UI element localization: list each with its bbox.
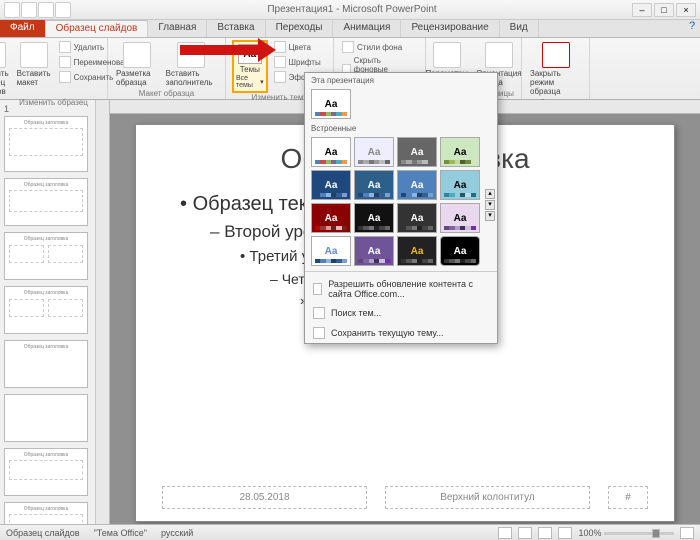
theme-colors-button[interactable]: Цвета	[272, 40, 327, 54]
theme-item[interactable]: Aa	[397, 170, 437, 200]
ribbon-tabs: Файл Образец слайдов Главная Вставка Пер…	[0, 20, 700, 38]
title-bar: Презентация1 - Microsoft PowerPoint – □ …	[0, 0, 700, 20]
theme-item[interactable]: Aa	[397, 137, 437, 167]
theme-item[interactable]: Aa	[440, 203, 480, 233]
slide-number-placeholder[interactable]: #	[608, 486, 648, 509]
layout-thumbnail[interactable]: Образец заголовка	[4, 448, 88, 496]
gallery-section-this-presentation: Эта презентация	[305, 73, 497, 87]
theme-item[interactable]: Aa	[354, 137, 394, 167]
theme-item[interactable]: Aa	[311, 236, 351, 266]
insert-layout-button[interactable]: Вставить макет	[15, 40, 53, 89]
theme-item[interactable]: Aa	[354, 203, 394, 233]
master-layout-label: Разметка образца	[116, 69, 158, 87]
tab-animation[interactable]: Анимация	[333, 20, 401, 37]
theme-item[interactable]: Aa	[311, 170, 351, 200]
gallery-section-builtin: Встроенные	[305, 121, 497, 135]
close-button[interactable]: ×	[676, 3, 696, 17]
app-icon[interactable]	[4, 2, 20, 18]
qa-redo-icon[interactable]	[55, 2, 71, 18]
view-slideshow-button[interactable]	[558, 527, 572, 539]
layout-thumbnail[interactable]: Образец заголовка	[4, 340, 88, 388]
menu-save-current-theme[interactable]: Сохранить текущую тему...	[305, 323, 497, 343]
theme-item[interactable]: Aa	[440, 236, 480, 266]
slide-master-tree[interactable]: 1 Образец заголовка Образец заголовка Об…	[0, 100, 96, 524]
view-reading-button[interactable]	[538, 527, 552, 539]
themes-gallery-button[interactable]: Aa Темы Все темы▾	[232, 40, 268, 93]
view-normal-button[interactable]	[498, 527, 512, 539]
gallery-scrollbar[interactable]: ▴▾▾	[485, 189, 495, 221]
qa-save-icon[interactable]	[21, 2, 37, 18]
status-language[interactable]: русский	[161, 528, 193, 538]
insert-placeholder-button[interactable]: Вставить заполнитель	[164, 40, 219, 89]
insert-slide-master-label: Вставить образец слайдов	[0, 69, 9, 96]
group-master-layout-label: Макет образца	[139, 89, 194, 98]
theme-item[interactable]: Aa	[440, 137, 480, 167]
help-icon[interactable]: ?	[684, 20, 700, 37]
theme-item[interactable]: Aa	[397, 236, 437, 266]
layout-thumbnail[interactable]	[4, 394, 88, 442]
themes-gallery-dropdown: Эта презентация Aa Встроенные Aa Aa Aa A…	[304, 72, 498, 344]
vertical-ruler	[96, 100, 110, 524]
close-master-view-button[interactable]: Закрыть режим образца	[528, 40, 583, 98]
theme-item[interactable]: Aa	[311, 203, 351, 233]
tab-insert[interactable]: Вставка	[207, 20, 265, 37]
group-edit-master-label: Изменить образец	[19, 98, 88, 107]
window-title: Презентация1 - Microsoft PowerPoint	[72, 4, 632, 15]
status-theme: "Тема Office"	[94, 528, 147, 538]
layout-thumbnail[interactable]: Образец заголовка	[4, 502, 88, 524]
master-layout-button[interactable]: Разметка образца	[114, 40, 160, 89]
layout-thumbnail[interactable]: Образец заголовка	[4, 232, 88, 280]
insert-layout-label: Вставить макет	[17, 69, 51, 87]
view-sorter-button[interactable]	[518, 527, 532, 539]
layout-thumbnail[interactable]: Образец заголовка	[4, 286, 88, 334]
tab-home[interactable]: Главная	[148, 20, 207, 37]
qa-undo-icon[interactable]	[38, 2, 54, 18]
tab-file[interactable]: Файл	[0, 20, 46, 37]
maximize-button[interactable]: □	[654, 3, 674, 17]
menu-browse-themes[interactable]: Поиск тем...	[305, 303, 497, 323]
theme-item[interactable]: Aa	[354, 236, 394, 266]
background-styles-button[interactable]: Стили фона	[340, 40, 419, 54]
layout-thumbnail[interactable]: Образец заголовка	[4, 178, 88, 226]
theme-item[interactable]: Aa	[354, 170, 394, 200]
footer-placeholder[interactable]: Верхний колонтитул	[385, 486, 590, 509]
tab-slide-master[interactable]: Образец слайдов	[46, 20, 149, 37]
minimize-button[interactable]: –	[632, 3, 652, 17]
themes-label: Темы	[240, 65, 260, 74]
zoom-slider[interactable]: 100%	[578, 528, 674, 538]
tab-review[interactable]: Рецензирование	[401, 20, 499, 37]
menu-online-content[interactable]: Разрешить обновление контента с сайта Of…	[305, 275, 497, 303]
fit-to-window-button[interactable]	[680, 527, 694, 539]
close-master-view-label: Закрыть режим образца	[530, 69, 581, 96]
tab-view[interactable]: Вид	[500, 20, 539, 37]
date-placeholder[interactable]: 28.05.2018	[162, 486, 367, 509]
status-master-view: Образец слайдов	[6, 528, 80, 538]
tab-transitions[interactable]: Переходы	[266, 20, 334, 37]
zoom-value: 100%	[578, 528, 601, 538]
theme-thumbnail-icon: Aa	[238, 44, 262, 64]
theme-fonts-button[interactable]: Шрифты	[272, 55, 327, 69]
status-bar: Образец слайдов "Тема Office" русский 10…	[0, 524, 700, 540]
insert-slide-master-button[interactable]: Вставить образец слайдов	[0, 40, 11, 98]
theme-item[interactable]: Aa	[311, 89, 351, 119]
theme-item[interactable]: Aa	[397, 203, 437, 233]
theme-item[interactable]: Aa	[440, 170, 480, 200]
master-thumbnail[interactable]: Образец заголовка	[4, 116, 88, 172]
insert-placeholder-label: Вставить заполнитель	[166, 69, 217, 87]
theme-item[interactable]: Aa	[311, 137, 351, 167]
themes-dropdown-toggle[interactable]: Все темы▾	[236, 75, 264, 89]
